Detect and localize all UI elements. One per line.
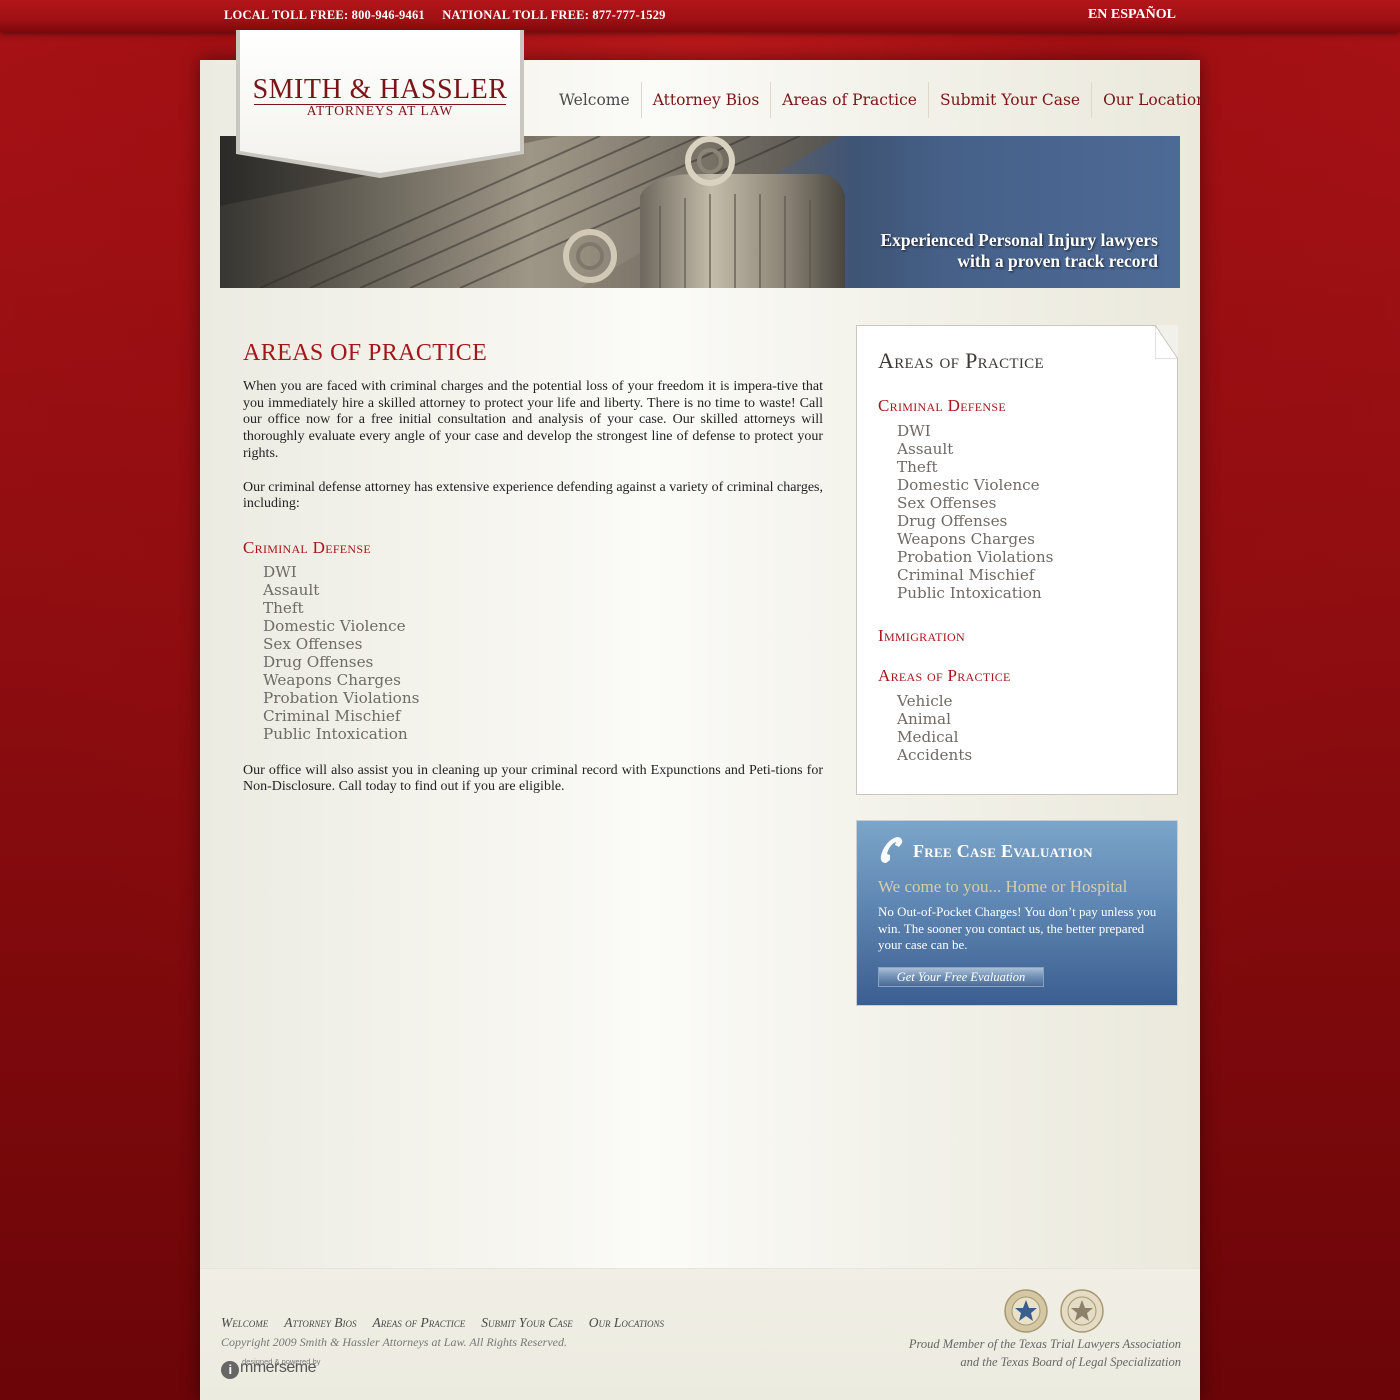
experience-paragraph: Our criminal defense attorney has extens… xyxy=(243,479,823,512)
banner-tagline: Experienced Personal Injury lawyers with… xyxy=(880,230,1158,272)
list-item: Criminal Mischief xyxy=(263,706,401,725)
criminal-defense-heading: Criminal Defense xyxy=(243,537,371,557)
national-toll-free: NATIONAL TOLL FREE: 877-777-1529 xyxy=(442,8,666,22)
membership-line1: Proud Member of the Texas Trial Lawyers … xyxy=(908,1337,1181,1351)
association-seals xyxy=(1004,1289,1104,1333)
banner-tagline-line2: with a proven track record xyxy=(957,251,1158,271)
list-item: Public Intoxication xyxy=(263,724,408,743)
main-content: AREAS OF PRACTICE When you are faced wit… xyxy=(243,340,823,813)
local-toll-free: LOCAL TOLL FREE: 800-946-9461 xyxy=(224,8,425,22)
sidebar-item[interactable]: Theft xyxy=(897,458,1053,476)
sidebar-item[interactable]: Weapons Charges xyxy=(897,530,1053,548)
footer-nav-our-locations[interactable]: Our Locations xyxy=(589,1315,664,1331)
sidebar-practice-list: Vehicle Animal Medical Accidents xyxy=(878,692,972,764)
expunction-paragraph: Our office will also assist you in clean… xyxy=(243,762,823,795)
sidebar-criminal-defense-link[interactable]: Criminal Defense xyxy=(878,396,1006,416)
practice-areas-sidebar: Areas of Practice Criminal Defense DWI A… xyxy=(856,325,1178,795)
logo-firm-name: SMITH & HASSLER xyxy=(252,74,508,105)
sidebar-title: Areas of Practice xyxy=(878,348,1044,373)
footer-nav-attorney-bios[interactable]: Attorney Bios xyxy=(284,1315,356,1331)
evaluation-title: Free Case Evaluation xyxy=(913,841,1093,861)
immerseme-logo-text: mmerseme xyxy=(240,1359,317,1376)
trial-lawyers-seal-icon xyxy=(1004,1289,1048,1333)
list-item: Drug Offenses xyxy=(263,652,374,671)
sidebar-item[interactable]: DWI xyxy=(897,422,1053,440)
page-fold-icon xyxy=(1155,325,1178,359)
sidebar-item[interactable]: Vehicle xyxy=(897,692,972,710)
evaluation-description: No Out-of-Pocket Charges! You don’t pay … xyxy=(878,904,1157,952)
list-item: Domestic Violence xyxy=(263,616,406,635)
espanol-link[interactable]: EN ESPAÑOL xyxy=(1088,7,1176,23)
footer-nav: Welcome Attorney Bios Areas of Practice … xyxy=(221,1315,664,1331)
footer-nav-areas-of-practice[interactable]: Areas of Practice xyxy=(372,1315,465,1331)
evaluation-subtitle: We come to you... Home or Hospital xyxy=(878,877,1128,896)
immerseme-logo-initial: i xyxy=(221,1361,239,1379)
footer-nav-welcome[interactable]: Welcome xyxy=(221,1315,268,1331)
logo[interactable]: SMITH & HASSLER ATTORNEYS AT LAW xyxy=(236,30,524,178)
sidebar-item[interactable]: Medical xyxy=(897,728,972,746)
logo-tagline: ATTORNEYS AT LAW xyxy=(306,103,454,118)
phone-icon xyxy=(880,837,903,863)
sidebar-item[interactable]: Sex Offenses xyxy=(897,494,1053,512)
criminal-charges-list: DWI Assault Theft Domestic Violence Sex … xyxy=(243,563,823,743)
sidebar-item[interactable]: Accidents xyxy=(897,746,972,764)
membership-statement: Proud Member of the Texas Trial Lawyers … xyxy=(909,1335,1181,1371)
footer: Welcome Attorney Bios Areas of Practice … xyxy=(200,1268,1200,1400)
sidebar-areas-of-practice-link[interactable]: Areas of Practice xyxy=(878,666,1011,686)
nav-attorney-bios[interactable]: Attorney Bios xyxy=(640,82,771,118)
sidebar-immigration-link[interactable]: Immigration xyxy=(878,626,965,646)
sidebar-criminal-list: DWI Assault Theft Domestic Violence Sex … xyxy=(878,422,1053,602)
membership-line2: and the Texas Board of Legal Specializat… xyxy=(960,1355,1181,1369)
sidebar-item[interactable]: Probation Violations xyxy=(897,548,1053,566)
list-item: Weapons Charges xyxy=(263,670,401,689)
free-case-evaluation-box: Free Case Evaluation We come to you... H… xyxy=(856,820,1178,1006)
list-item: Probation Violations xyxy=(263,688,420,707)
sidebar-item[interactable]: Drug Offenses xyxy=(897,512,1053,530)
intro-paragraph: When you are faced with criminal charges… xyxy=(243,379,823,461)
nav-submit-your-case[interactable]: Submit Your Case xyxy=(927,82,1091,118)
list-item: Theft xyxy=(263,598,304,617)
board-of-legal-specialization-seal-icon xyxy=(1060,1289,1104,1333)
nav-our-location[interactable]: Our Location xyxy=(1091,82,1217,118)
sidebar-item[interactable]: Assault xyxy=(897,440,1053,458)
banner-tagline-line1: Experienced Personal Injury lawyers xyxy=(880,230,1158,250)
list-item: DWI xyxy=(263,562,297,581)
footer-nav-submit-your-case[interactable]: Submit Your Case xyxy=(481,1315,573,1331)
nav-welcome[interactable]: Welcome xyxy=(548,82,641,118)
sidebar-item[interactable]: Animal xyxy=(897,710,972,728)
immerseme-logo[interactable]: i mmerseme xyxy=(221,1359,317,1379)
top-bar: LOCAL TOLL FREE: 800-946-9461 NATIONAL T… xyxy=(0,0,1400,32)
toll-free-numbers: LOCAL TOLL FREE: 800-946-9461 NATIONAL T… xyxy=(224,8,680,23)
nav-areas-of-practice[interactable]: Areas of Practice xyxy=(770,82,928,118)
sidebar-item[interactable]: Domestic Violence xyxy=(897,476,1053,494)
get-free-evaluation-button[interactable]: Get Your Free Evaluation xyxy=(878,967,1044,987)
page-title: AREAS OF PRACTICE xyxy=(243,340,488,366)
list-item: Sex Offenses xyxy=(263,634,363,653)
copyright: Copyright 2009 Smith & Hassler Attorneys… xyxy=(221,1335,567,1349)
sidebar-item[interactable]: Criminal Mischief xyxy=(897,566,1053,584)
main-nav: Welcome Attorney Bios Areas of Practice … xyxy=(548,82,1217,118)
sidebar-item[interactable]: Public Intoxication xyxy=(897,584,1053,602)
list-item: Assault xyxy=(263,580,320,599)
